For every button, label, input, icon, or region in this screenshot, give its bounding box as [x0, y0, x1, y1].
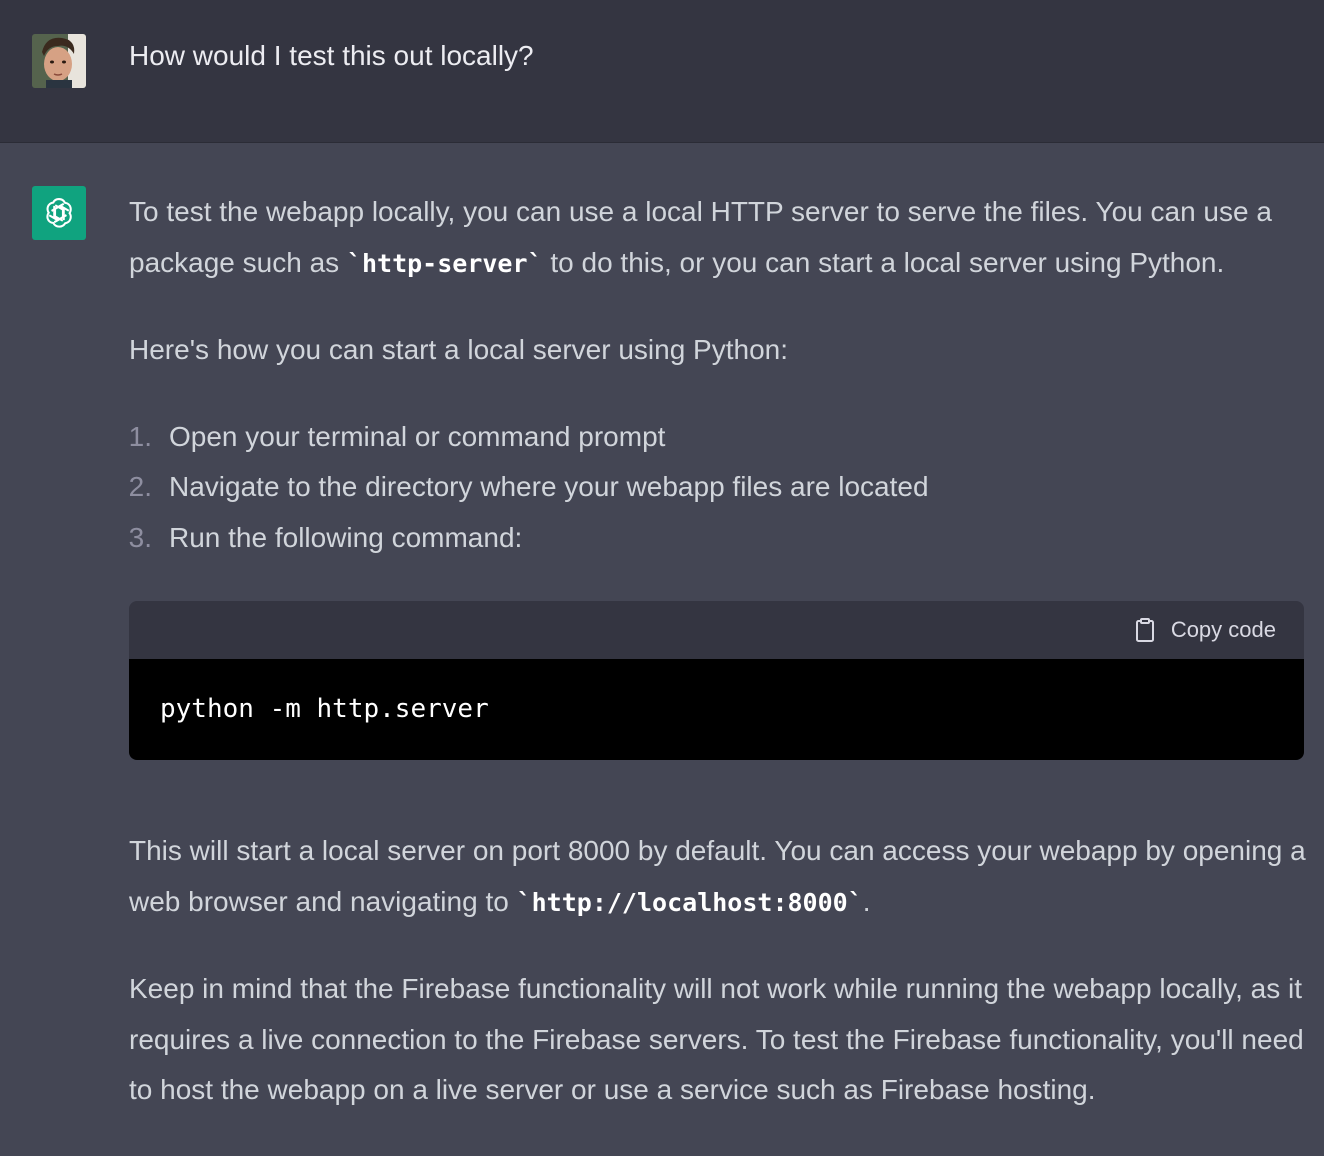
copy-code-label: Copy code	[1170, 617, 1276, 642]
paragraph-firebase: Keep in mind that the Firebase functiona…	[129, 973, 1304, 1105]
code-block-header: Copy code	[129, 601, 1304, 659]
paragraph-python-intro: Here's how you can start a local server …	[129, 334, 788, 365]
list-item-text: Navigate to the directory where your web…	[169, 471, 929, 502]
list-item: 2. Navigate to the directory where your w…	[129, 462, 1309, 513]
assistant-message: To test the webapp locally, you can use …	[129, 187, 1309, 1116]
list-item: 3. Run the following command:	[129, 513, 1309, 564]
clipboard-icon	[1135, 618, 1154, 642]
code-block: Copy code python -m http.server	[129, 601, 1304, 760]
paragraph-intro: To test the webapp locally, you can use …	[129, 187, 1309, 289]
user-avatar	[32, 34, 86, 88]
assistant-message-row: To test the webapp locally, you can use …	[0, 143, 1324, 1156]
list-number: 3.	[128, 521, 152, 553]
code-content: python -m http.server	[160, 694, 489, 724]
user-message-row: How would I test this out locally?	[0, 0, 1324, 143]
list-number: 2.	[128, 471, 152, 502]
paragraph-localhost: This will start a local server on port 8…	[129, 826, 1309, 928]
copy-code-button[interactable]: Copy code	[1133, 615, 1276, 645]
list-item: 1. Open your terminal or command prompt	[129, 412, 1309, 463]
code-block-body: python -m http.server	[129, 659, 1304, 760]
paragraph-localhost-text-end: .	[862, 885, 871, 917]
list-item-text: Open your terminal or command prompt	[169, 420, 666, 452]
inline-code-localhost: `http://localhost:8000`	[516, 887, 863, 917]
list-number: 1.	[128, 420, 152, 452]
user-message-text: How would I test this out locally?	[129, 40, 534, 71]
openai-logo-icon	[32, 186, 86, 240]
list-item-text: Run the following command:	[169, 521, 523, 553]
steps-list: 1. Open your terminal or command prompt 2…	[129, 412, 1309, 564]
paragraph-intro-text-end: to do this, or you can start a local ser…	[542, 246, 1225, 278]
inline-code-http-server: `http-server`	[346, 248, 543, 278]
